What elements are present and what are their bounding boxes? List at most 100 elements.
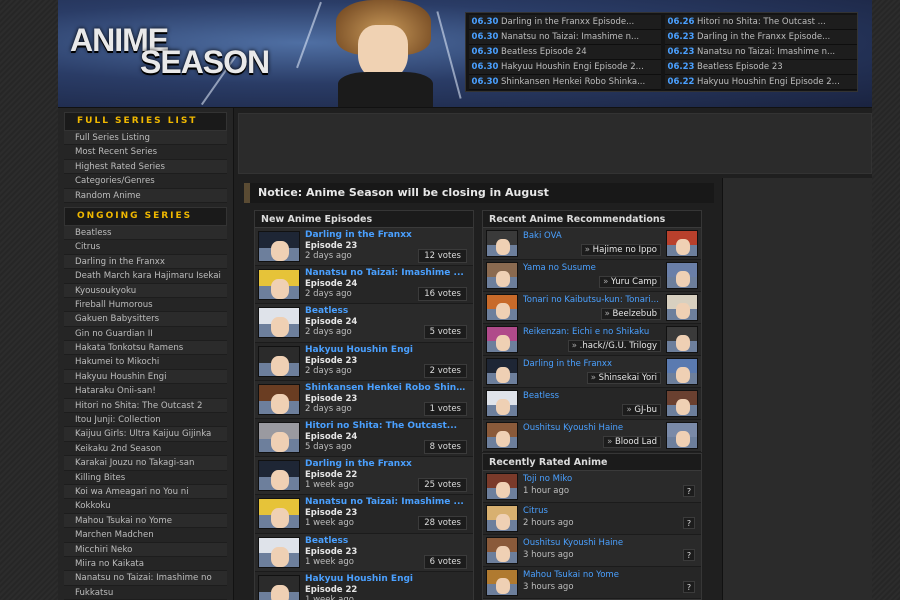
sidebar-link[interactable]: Highest Rated Series <box>64 159 227 175</box>
sidebar-series-link[interactable]: Marchen Madchen <box>64 528 227 543</box>
news-title[interactable]: Hakyuu Houshin Engi Episode 2... <box>697 77 840 87</box>
rated-title-link[interactable]: Oushitsu Kyoushi Haine <box>523 538 623 548</box>
recommendation-thumbnail[interactable] <box>486 422 518 449</box>
sidebar-series-link[interactable]: Karakai Jouzu no Takagi-san <box>64 456 227 471</box>
episode-thumbnail[interactable] <box>258 536 300 568</box>
news-title[interactable]: Nanatsu no Taizai: Imashime n... <box>501 32 639 42</box>
episode-title-link[interactable]: Darling in the Franxx <box>305 230 467 240</box>
news-item[interactable]: 06.23 Darling in the Franxx Episode... <box>665 30 857 45</box>
sidebar-series-link[interactable]: Keikaku 2nd Season <box>64 442 227 457</box>
recommended-anime-link[interactable]: Hajime no Ippo <box>580 244 661 256</box>
rated-thumbnail[interactable] <box>486 505 518 532</box>
recommended-thumbnail[interactable] <box>666 230 698 257</box>
recommendation-thumbnail[interactable] <box>486 230 518 257</box>
sidebar-link[interactable]: Full Series Listing <box>64 131 227 146</box>
sidebar-link[interactable]: Most Recent Series <box>64 145 227 160</box>
episode-title-link[interactable]: Beatless <box>305 536 467 546</box>
news-item[interactable]: 06.30 Nanatsu no Taizai: Imashime n... <box>469 30 661 45</box>
rating-badge[interactable]: ? <box>683 581 695 593</box>
sidebar-series-link[interactable]: Miira no Kaikata <box>64 557 227 572</box>
rated-title-link[interactable]: Citrus <box>523 506 548 516</box>
rating-badge[interactable]: ? <box>683 485 695 497</box>
news-item[interactable]: 06.22 Hakyuu Houshin Engi Episode 2... <box>665 75 857 90</box>
news-title[interactable]: Beatless Episode 23 <box>697 62 783 72</box>
site-logo[interactable]: ANIME SEASON <box>70 22 310 82</box>
episode-title-link[interactable]: Hakyuu Houshin Engi <box>305 345 467 355</box>
recommended-anime-link[interactable]: .hack//G.U. Trilogy <box>567 340 661 352</box>
episode-thumbnail[interactable] <box>258 383 300 415</box>
recommended-thumbnail[interactable] <box>666 390 698 417</box>
recommendation-title-link[interactable]: Reikenzan: Eichi e no Shikaku <box>523 327 663 337</box>
episode-title-link[interactable]: Darling in the Franxx <box>305 459 467 469</box>
recommendation-thumbnail[interactable] <box>486 326 518 353</box>
recommended-thumbnail[interactable] <box>666 422 698 449</box>
episode-thumbnail[interactable] <box>258 460 300 492</box>
recommendation-title-link[interactable]: Beatless <box>523 391 663 401</box>
news-title[interactable]: Hitori no Shita: The Outcast ... <box>697 17 826 27</box>
episode-title-link[interactable]: Shinkansen Henkei Robo Shink... <box>305 383 467 393</box>
recommendation-thumbnail[interactable] <box>486 358 518 385</box>
sidebar-series-link[interactable]: Hataraku Onii-san! <box>64 384 227 399</box>
episode-thumbnail[interactable] <box>258 307 300 339</box>
sidebar-link[interactable]: Categories/Genres <box>64 174 227 189</box>
news-title[interactable]: Beatless Episode 24 <box>501 47 587 57</box>
episode-thumbnail[interactable] <box>258 269 300 301</box>
news-title[interactable]: Nanatsu no Taizai: Imashime n... <box>697 47 835 57</box>
sidebar-series-link[interactable]: Gakuen Babysitters <box>64 312 227 327</box>
sidebar-series-link[interactable]: Killing Bites <box>64 471 227 485</box>
episode-title-link[interactable]: Beatless <box>305 306 467 316</box>
episode-title-link[interactable]: Hitori no Shita: The Outcast... <box>305 421 467 431</box>
recommendation-title-link[interactable]: Darling in the Franxx <box>523 359 663 369</box>
recommendation-thumbnail[interactable] <box>486 390 518 417</box>
recommended-anime-link[interactable]: Blood Lad <box>603 436 661 448</box>
news-item[interactable]: 06.30 Darling in the Franxx Episode... <box>469 15 661 30</box>
episode-thumbnail[interactable] <box>258 498 300 530</box>
recommended-anime-link[interactable]: Shinsekai Yori <box>586 372 661 384</box>
sidebar-series-link[interactable]: Micchiri Neko <box>64 542 227 557</box>
rating-badge[interactable]: ? <box>683 549 695 561</box>
news-item[interactable]: 06.23 Beatless Episode 23 <box>665 60 857 75</box>
rated-thumbnail[interactable] <box>486 473 518 500</box>
sidebar-series-link[interactable]: Fireball Humorous <box>64 298 227 313</box>
sidebar-series-link[interactable]: Hakumei to Mikochi <box>64 355 227 370</box>
episode-title-link[interactable]: Nanatsu no Taizai: Imashime ... <box>305 497 467 507</box>
sidebar-series-link[interactable]: Mahou Tsukai no Yome <box>64 513 227 529</box>
recommended-anime-link[interactable]: Yuru Camp <box>599 276 661 288</box>
recommendation-thumbnail[interactable] <box>486 262 518 289</box>
sidebar-series-link[interactable]: Gin no Guardian II <box>64 327 227 342</box>
recommendation-title-link[interactable]: Baki OVA <box>523 231 663 241</box>
sidebar-link[interactable]: Random Anime <box>64 188 227 203</box>
news-title[interactable]: Darling in the Franxx Episode... <box>697 32 830 42</box>
recommended-thumbnail[interactable] <box>666 358 698 385</box>
news-item[interactable]: 06.30 Shinkansen Henkei Robo Shinka... <box>469 75 661 90</box>
sidebar-series-link[interactable]: Hakyuu Houshin Engi <box>64 369 227 385</box>
rating-badge[interactable]: ? <box>683 517 695 529</box>
sidebar-series-link[interactable]: Hitori no Shita: The Outcast 2 <box>64 398 227 414</box>
episode-thumbnail[interactable] <box>258 345 300 377</box>
news-title[interactable]: Darling in the Franxx Episode... <box>501 17 634 27</box>
sidebar-series-link[interactable]: Fukkatsu <box>64 586 227 600</box>
recommended-thumbnail[interactable] <box>666 262 698 289</box>
rated-title-link[interactable]: Mahou Tsukai no Yome <box>523 570 619 580</box>
recommendation-title-link[interactable]: Oushitsu Kyoushi Haine <box>523 423 663 433</box>
episode-title-link[interactable]: Nanatsu no Taizai: Imashime ... <box>305 268 467 278</box>
sidebar-series-link[interactable]: Kokkoku <box>64 499 227 514</box>
episode-thumbnail[interactable] <box>258 421 300 453</box>
episode-thumbnail[interactable] <box>258 231 300 262</box>
sidebar-series-link[interactable]: Kyousoukyoku <box>64 283 227 298</box>
recommended-anime-link[interactable]: Beelzebub <box>600 308 661 320</box>
recommendation-title-link[interactable]: Yama no Susume <box>523 263 663 273</box>
sidebar-series-link[interactable]: Nanatsu no Taizai: Imashime no <box>64 571 227 586</box>
news-item[interactable]: 06.23 Nanatsu no Taizai: Imashime n... <box>665 45 857 60</box>
rated-title-link[interactable]: Toji no Miko <box>523 474 572 484</box>
sidebar-series-link[interactable]: Hakata Tonkotsu Ramens <box>64 341 227 356</box>
news-title[interactable]: Shinkansen Henkei Robo Shinka... <box>501 77 645 87</box>
episode-title-link[interactable]: Hakyuu Houshin Engi <box>305 574 467 584</box>
sidebar-series-link[interactable]: Citrus <box>64 240 227 255</box>
rated-thumbnail[interactable] <box>486 569 518 596</box>
news-item[interactable]: 06.26 Hitori no Shita: The Outcast ... <box>665 15 857 30</box>
recommended-thumbnail[interactable] <box>666 326 698 353</box>
news-title[interactable]: Hakyuu Houshin Engi Episode 2... <box>501 62 644 72</box>
news-item[interactable]: 06.30 Hakyuu Houshin Engi Episode 2... <box>469 60 661 75</box>
sidebar-series-link[interactable]: Beatless <box>64 225 227 241</box>
